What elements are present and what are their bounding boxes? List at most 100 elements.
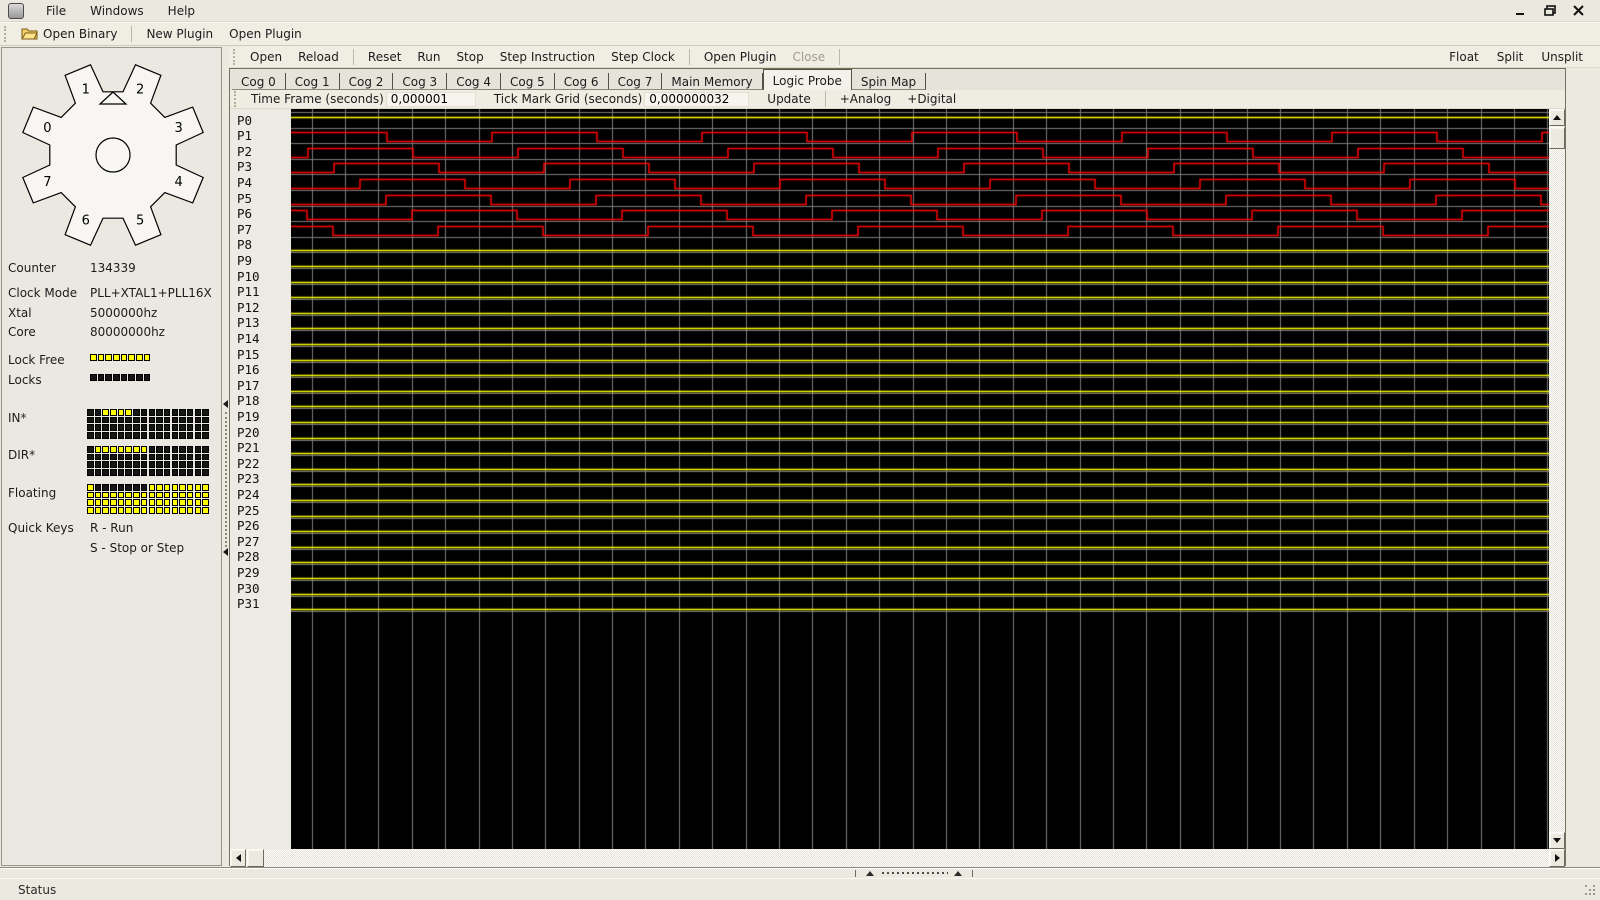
toolbar-grip[interactable] — [4, 26, 7, 42]
menu-windows[interactable]: Windows — [78, 2, 156, 20]
quick-keys-label: Quick Keys — [8, 521, 74, 535]
tab-cog-4[interactable]: Cog 4 — [447, 73, 501, 90]
reset-button[interactable]: Reset — [360, 48, 410, 66]
open-binary-button[interactable]: Open Binary — [13, 24, 125, 45]
pin-cell — [87, 469, 94, 476]
tab-main-memory[interactable]: Main Memory — [662, 73, 763, 90]
pin-cell — [125, 507, 132, 514]
tab-cog-1[interactable]: Cog 1 — [285, 73, 340, 90]
pin-cell — [117, 491, 125, 499]
minimize-window-button[interactable] — [1515, 5, 1528, 16]
pin-cell — [163, 491, 171, 499]
resize-grip-icon[interactable] — [1585, 885, 1596, 896]
vertical-scrollbar[interactable] — [1549, 109, 1565, 849]
pin-cell — [102, 446, 109, 453]
toolbar-grip[interactable] — [233, 48, 236, 65]
pin-cell — [179, 453, 186, 461]
collapse-left-icon[interactable] — [223, 548, 228, 556]
horizontal-splitter[interactable] — [0, 867, 1600, 878]
time-frame-input[interactable] — [385, 91, 476, 107]
pin-cell — [94, 461, 102, 468]
signal-label-p7: P7 — [237, 221, 253, 237]
add-digital-button[interactable]: +Digital — [899, 91, 964, 107]
close-button: Close — [784, 48, 833, 66]
add-analog-button[interactable]: +Analog — [832, 91, 900, 107]
scroll-left-button[interactable] — [230, 849, 246, 867]
pin-cell — [117, 469, 125, 476]
split-button[interactable]: Split — [1488, 49, 1533, 65]
led-cell — [120, 354, 128, 361]
pin-cell — [117, 424, 125, 431]
tick-grid-input[interactable] — [644, 91, 750, 107]
tab-cog-2[interactable]: Cog 2 — [339, 73, 394, 90]
open-button[interactable]: Open — [242, 48, 290, 66]
tab-cog-5[interactable]: Cog 5 — [500, 73, 555, 90]
run-button[interactable]: Run — [409, 48, 448, 66]
pin-cell — [117, 409, 125, 416]
pin-cell — [125, 484, 132, 491]
pin-cell — [156, 469, 163, 476]
toolbar-grip[interactable] — [234, 91, 237, 107]
tab-spin-map[interactable]: Spin Map — [851, 73, 927, 90]
scroll-up-button[interactable] — [1549, 109, 1565, 126]
pin-cell — [110, 424, 117, 431]
led-cell — [90, 374, 97, 381]
pin-cell — [163, 432, 171, 439]
tab-cog-6[interactable]: Cog 6 — [554, 73, 609, 90]
collapse-left-icon[interactable] — [223, 400, 228, 408]
pin-cell — [102, 491, 109, 499]
restore-window-button[interactable] — [1544, 5, 1557, 16]
open-plugin-button[interactable]: Open Plugin — [221, 25, 310, 43]
pin-cell — [102, 453, 109, 461]
signal-label-p4: P4 — [237, 174, 253, 190]
scroll-down-button[interactable] — [1549, 832, 1565, 849]
pin-cell — [186, 416, 194, 424]
vertical-scroll-thumb[interactable] — [1549, 127, 1565, 149]
menu-file[interactable]: File — [34, 2, 78, 20]
pin-cell — [179, 491, 186, 499]
pin-cell — [94, 507, 102, 514]
hub-field-value-clock-mode: PLL+XTAL1+PLL16X — [90, 286, 212, 300]
pin-cell — [102, 432, 109, 439]
scroll-right-button[interactable] — [1549, 849, 1565, 867]
pin-cell — [148, 432, 155, 439]
signal-label-p30: P30 — [237, 580, 260, 596]
pin-cell — [133, 416, 140, 424]
pin-cell — [94, 484, 102, 491]
button-label: Open — [250, 49, 283, 64]
update-button[interactable]: Update — [759, 91, 818, 107]
horizontal-scroll-thumb[interactable] — [247, 849, 264, 867]
tab-logic-probe[interactable]: Logic Probe — [762, 69, 852, 90]
signal-label-p26: P26 — [237, 518, 260, 534]
collapse-up-icon[interactable] — [866, 871, 874, 876]
stop-button[interactable]: Stop — [448, 48, 491, 66]
pin-cell — [102, 461, 109, 468]
pin-cell — [102, 469, 109, 476]
tab-cog-0[interactable]: Cog 0 — [232, 73, 286, 90]
menu-help[interactable]: Help — [156, 2, 207, 20]
pin-cell — [117, 432, 125, 439]
pin-cell — [186, 432, 194, 439]
float-button[interactable]: Float — [1440, 49, 1488, 65]
horizontal-scrollbar[interactable] — [230, 849, 1565, 867]
pin-cell — [133, 469, 140, 476]
pin-cell — [171, 507, 179, 514]
splitter-handle[interactable] — [855, 870, 973, 877]
button-label: Run — [417, 49, 441, 64]
collapse-up-icon[interactable] — [954, 871, 962, 876]
tab-cog-7[interactable]: Cog 7 — [608, 73, 663, 90]
step-clock-button[interactable]: Step Clock — [603, 48, 683, 66]
signal-label-p9: P9 — [237, 252, 253, 268]
new-plugin-button[interactable]: New Plugin — [138, 25, 221, 43]
pin-cell — [202, 484, 209, 491]
step-instruction-button[interactable]: Step Instruction — [492, 48, 603, 66]
right-arrow-icon — [1554, 854, 1560, 862]
panel-vertical-splitter[interactable] — [222, 47, 229, 866]
unsplit-button[interactable]: Unsplit — [1532, 49, 1592, 65]
reload-button[interactable]: Reload — [290, 48, 347, 66]
close-window-button[interactable] — [1573, 5, 1586, 16]
tab-cog-3[interactable]: Cog 3 — [393, 73, 448, 90]
pin-cell — [87, 461, 94, 468]
open-plugin-button[interactable]: Open Plugin — [696, 48, 785, 66]
cog-wheel-diagram: 0 1 2 3 4 5 6 7 — [22, 64, 204, 246]
